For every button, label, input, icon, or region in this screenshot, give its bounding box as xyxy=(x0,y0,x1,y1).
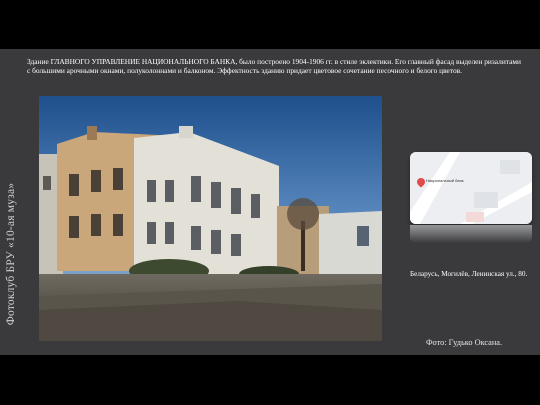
photo-credit: Фото: Гудько Оксана. xyxy=(426,338,503,347)
building-description: Здание ГЛАВНОГО УПРАВЛЕНИЕ НАЦИОНАЛЬНОГО… xyxy=(27,57,522,76)
address: Беларусь, Могилёв, Ленинская ул., 80. xyxy=(410,270,528,278)
side-title: Фотоклуб БРУ «10-ая муза» xyxy=(1,179,21,329)
slide: Фотоклуб БРУ «10-ая муза» Здание ГЛАВНОГ… xyxy=(0,49,540,355)
building-photo-image xyxy=(39,96,382,341)
map-thumbnail[interactable]: Национальный банк xyxy=(410,152,532,224)
map-place-label: Национальный банк xyxy=(426,178,464,183)
map-image xyxy=(410,152,532,224)
map-reflection xyxy=(410,225,532,243)
side-title-text: Фотоклуб БРУ «10-ая муза» xyxy=(5,182,17,326)
building-photo xyxy=(39,96,382,341)
